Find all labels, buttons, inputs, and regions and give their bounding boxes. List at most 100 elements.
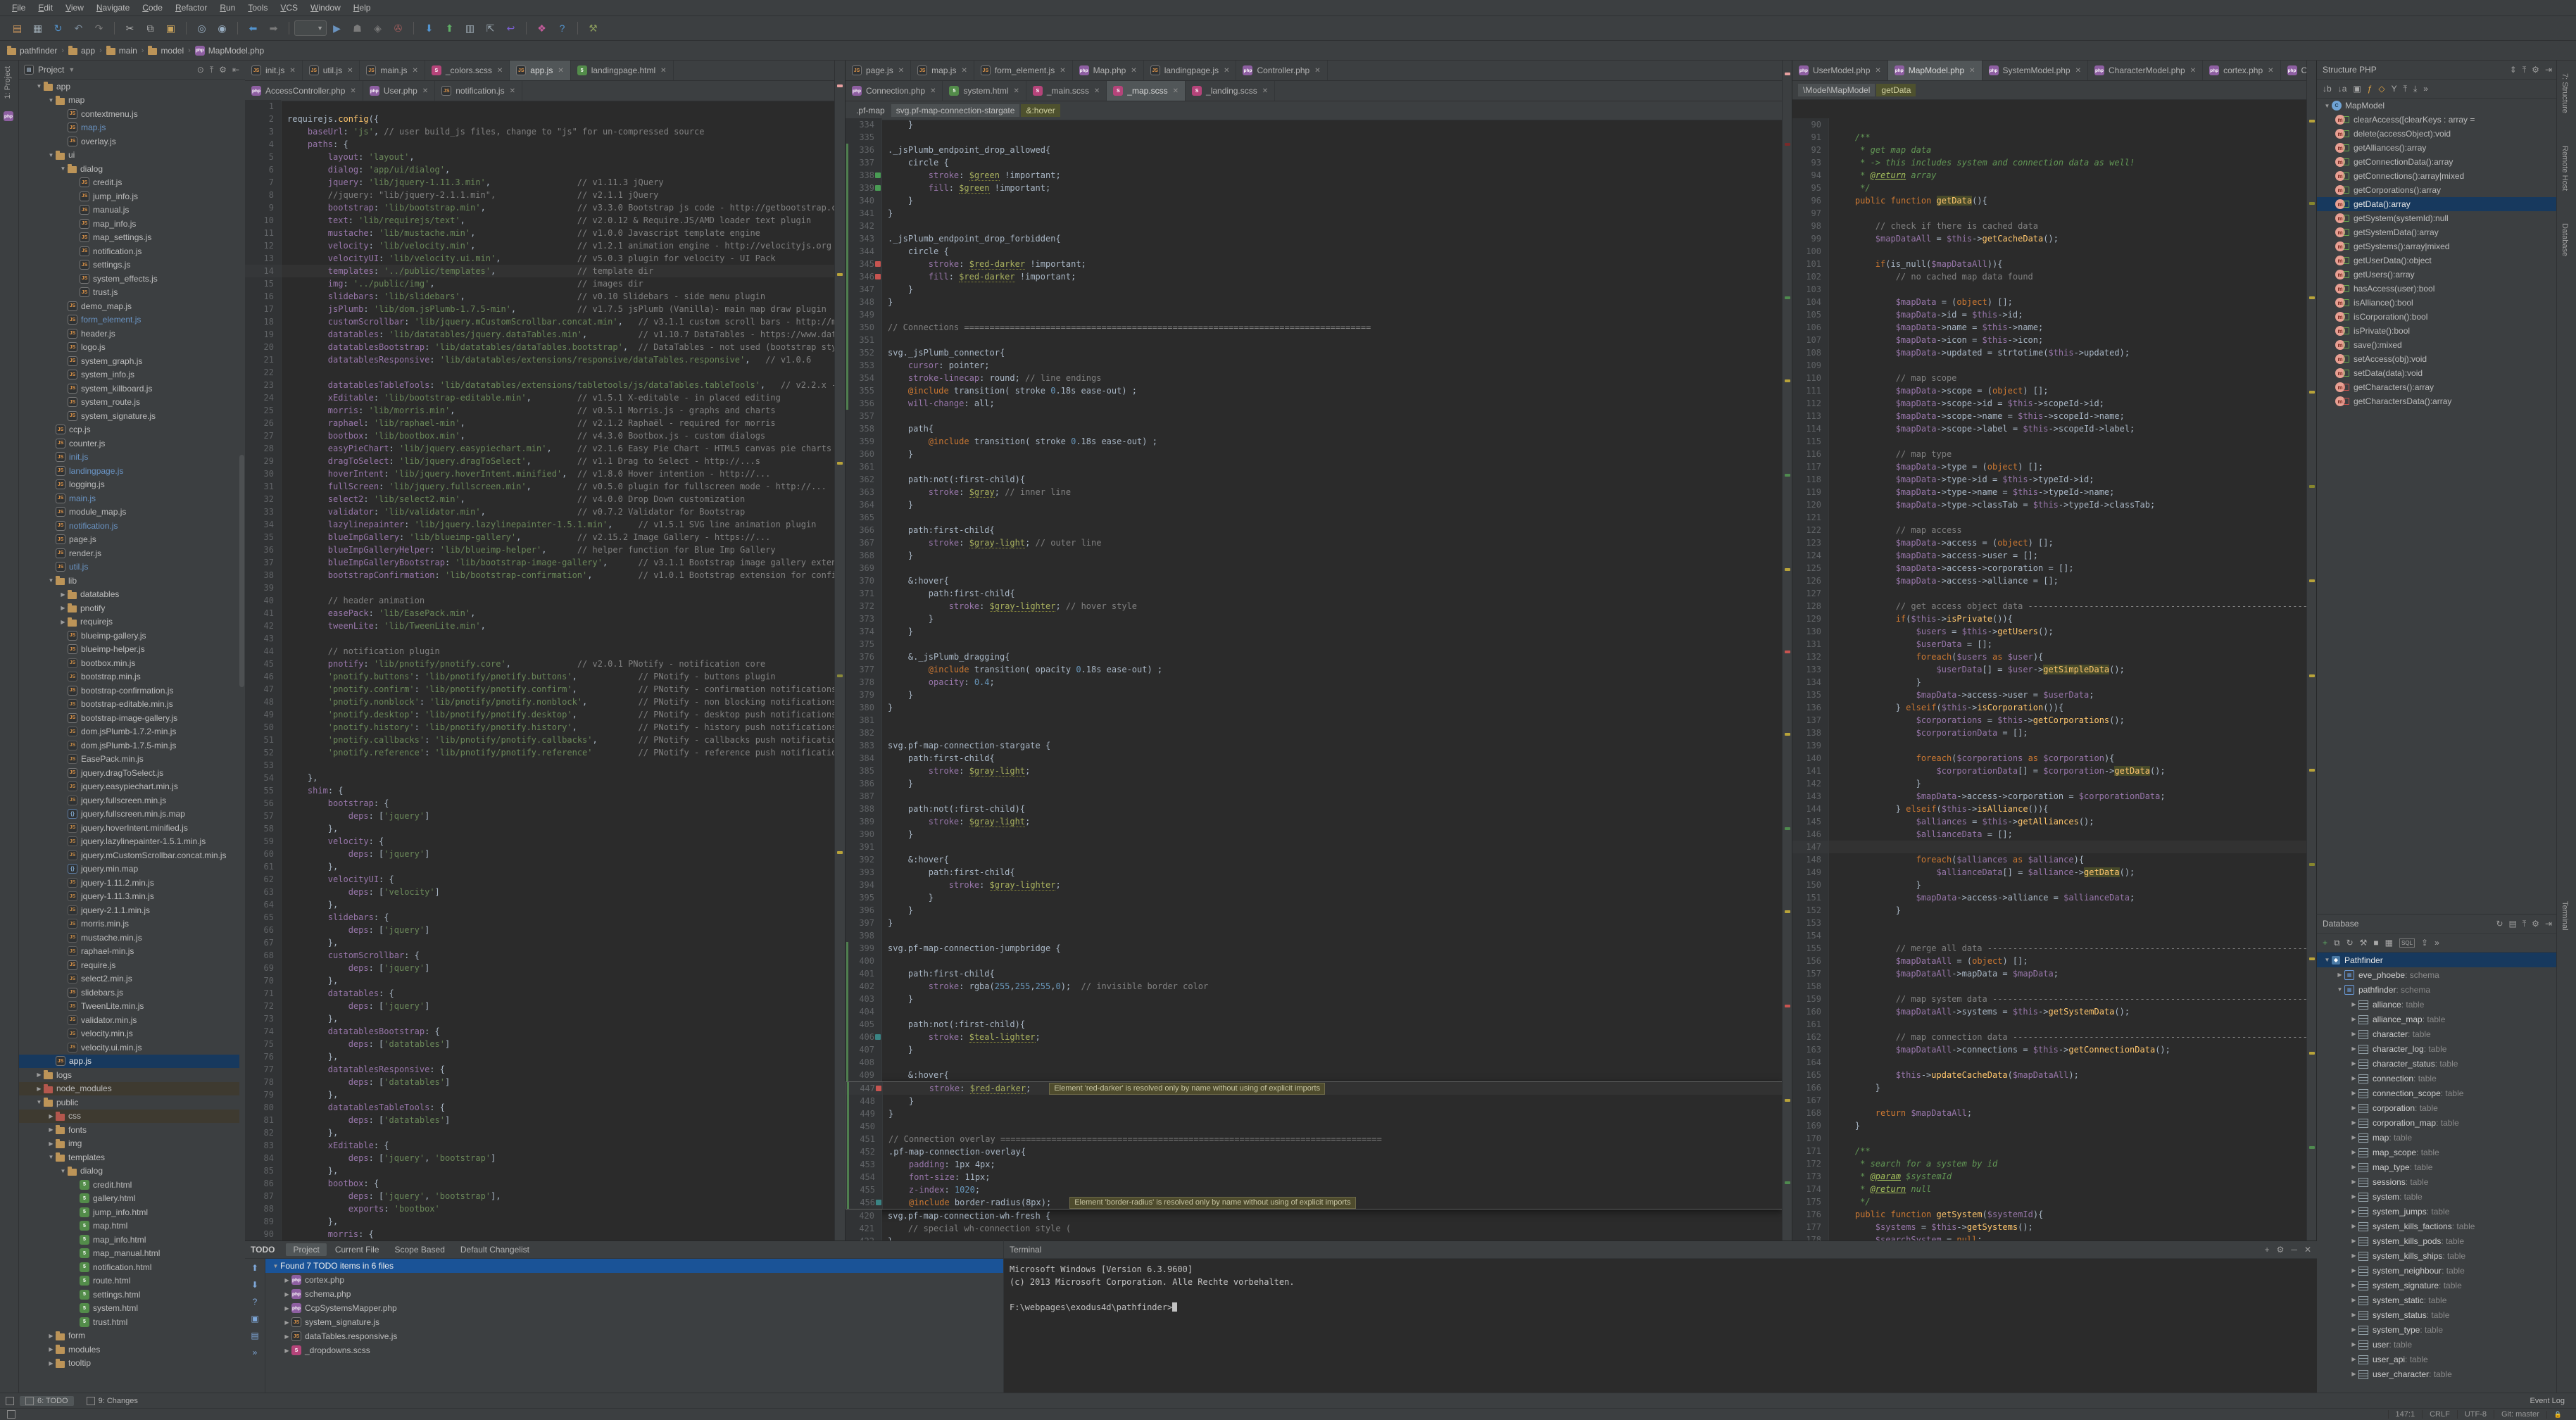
code-line[interactable]: 36 blueImpGalleryHelper: 'lib/blueimp-he… bbox=[245, 544, 835, 556]
menu-tools[interactable]: Tools bbox=[241, 1, 274, 14]
code-line[interactable]: 158 bbox=[1792, 980, 2307, 993]
tree-closed-arrow-icon[interactable]: ▶ bbox=[2349, 1312, 2358, 1318]
code-line[interactable]: 348} bbox=[846, 296, 1783, 308]
code-line[interactable]: 147 bbox=[1792, 841, 2307, 853]
code-line[interactable]: 108 $mapData->updated = strtotime($this-… bbox=[1792, 346, 2307, 359]
database-toolbar-icon[interactable]: ▦ bbox=[2385, 938, 2393, 948]
code-line[interactable]: 53 bbox=[245, 759, 835, 772]
tab-notification.js[interactable]: JSnotification.js✕ bbox=[435, 81, 522, 101]
breadcrumb-chip[interactable]: \Model\MapModel bbox=[1798, 84, 1875, 96]
tree-closed-arrow-icon[interactable]: ▶ bbox=[2349, 1016, 2358, 1022]
code-line[interactable]: 8 //jquery: "lib/jquery-2.1.1.min", // v… bbox=[245, 189, 835, 201]
tree-item-render.js[interactable]: JSrender.js bbox=[18, 546, 239, 560]
code-line[interactable]: 384 path:first-child{ bbox=[846, 752, 1783, 765]
tree-item-raphael-min.js[interactable]: JSraphael-min.js bbox=[18, 945, 239, 959]
tree-closed-arrow-icon[interactable]: ▶ bbox=[58, 619, 68, 625]
tree-item-bootstrap-editable.min.js[interactable]: JSbootstrap-editable.min.js bbox=[18, 698, 239, 712]
todo-toolbar-icon[interactable]: ? bbox=[253, 1297, 258, 1307]
tab-close-icon[interactable]: ✕ bbox=[1094, 87, 1100, 95]
code-line[interactable]: 389 stroke: $gray-light; bbox=[846, 815, 1783, 828]
code-line[interactable]: 96 public function getData(){ bbox=[1792, 194, 2307, 207]
code-line[interactable]: 10 text: 'lib/requirejs/text', // v2.0.1… bbox=[245, 214, 835, 227]
structure-header-icon[interactable]: ⤒ bbox=[2522, 65, 2526, 75]
tree-item-select2.min.js[interactable]: JSselect2.min.js bbox=[18, 972, 239, 986]
table-system_type[interactable]: ▶system_type: table bbox=[2317, 1322, 2558, 1337]
code-line[interactable]: 362 path:not(:first-child){ bbox=[846, 473, 1783, 486]
tree-item-overlay.js[interactable]: JSoverlay.js bbox=[18, 134, 239, 149]
structure-method-isCorporation[interactable]: misCorporation():bool bbox=[2317, 310, 2558, 324]
tree-open-arrow-icon[interactable]: ▼ bbox=[2335, 986, 2344, 993]
tab-close-icon[interactable]: ✕ bbox=[1969, 67, 1975, 75]
todo-file-dataTables.responsive.js[interactable]: ▶JSdataTables.responsive.js bbox=[265, 1329, 1003, 1343]
tool-window-button-Event-Log[interactable]: Event Log bbox=[2524, 1396, 2570, 1406]
table-user[interactable]: ▶user: table bbox=[2317, 1337, 2558, 1352]
code-line[interactable]: 137 $corporations = $this->getCorporatio… bbox=[1792, 714, 2307, 727]
code-line[interactable]: 396 } bbox=[846, 904, 1783, 917]
code-line[interactable]: 79 }, bbox=[245, 1088, 835, 1101]
code-line[interactable]: 136 } elseif($this->isCorporation()){ bbox=[1792, 701, 2307, 714]
tree-item-gallery.html[interactable]: 5gallery.html bbox=[18, 1192, 239, 1206]
php-settings-icon[interactable]: ⚒ bbox=[584, 20, 602, 37]
code-line[interactable]: 42 tweenLite: 'lib/TweenLite.min', bbox=[245, 620, 835, 632]
code-line[interactable]: 103 bbox=[1792, 283, 2307, 296]
vcs-push-icon[interactable]: ⇱ bbox=[482, 20, 499, 37]
menu-help[interactable]: Help bbox=[347, 1, 377, 14]
tab-_colors.scss[interactable]: S_colors.scss✕ bbox=[425, 61, 510, 80]
code-line[interactable]: 167 bbox=[1792, 1094, 2307, 1107]
menu-file[interactable]: File bbox=[6, 1, 32, 14]
code-line[interactable]: 14 templates: '../public/templates', // … bbox=[245, 265, 835, 277]
code-line[interactable]: 171 /** bbox=[1792, 1145, 2307, 1157]
table-system_kills_ships[interactable]: ▶system_kills_ships: table bbox=[2317, 1248, 2558, 1263]
copy-icon[interactable]: ⧉ bbox=[142, 20, 159, 37]
tree-closed-arrow-icon[interactable]: ▶ bbox=[282, 1347, 291, 1354]
terminal-header-icon[interactable]: ─ bbox=[2291, 1245, 2297, 1255]
terminal-header-icon[interactable]: ✕ bbox=[2304, 1245, 2311, 1255]
tree-item-jquery.mCustomScrollbar.concat.min.js[interactable]: JSjquery.mCustomScrollbar.concat.min.js bbox=[18, 848, 239, 862]
code-line[interactable]: 366 path:first-child{ bbox=[846, 524, 1783, 536]
structure-method-getConnectionData[interactable]: mgetConnectionData():array bbox=[2317, 155, 2558, 169]
code-line[interactable]: 376 &._jsPlumb_dragging{ bbox=[846, 651, 1783, 663]
code-line[interactable]: 133 $userData[] = $user->getSimpleData()… bbox=[1792, 663, 2307, 676]
tab-close-icon[interactable]: ✕ bbox=[1013, 87, 1019, 95]
code-line[interactable]: 377 @include transition( opacity 0.18s e… bbox=[846, 663, 1783, 676]
code-line[interactable]: 404 bbox=[846, 1005, 1783, 1018]
vcs-rollback-icon[interactable]: ↩ bbox=[502, 20, 520, 37]
menu-run[interactable]: Run bbox=[213, 1, 241, 14]
code-line[interactable]: 16 slidebars: 'lib/slidebars', // v0.10 … bbox=[245, 290, 835, 303]
code-line[interactable]: 59 velocity: { bbox=[245, 835, 835, 848]
code-line[interactable]: 153 bbox=[1792, 917, 2307, 929]
tree-item-dom.jsPlumb-1.7.2-min.js[interactable]: JSdom.jsPlumb-1.7.2-min.js bbox=[18, 725, 239, 739]
database-toolbar-icon[interactable]: ⇪ bbox=[2421, 938, 2428, 948]
code-line[interactable]: 90 morris: { bbox=[245, 1228, 835, 1240]
code-line[interactable]: 340 } bbox=[846, 194, 1783, 207]
tab-close-icon[interactable]: ✕ bbox=[1060, 67, 1065, 75]
schema-pathfinder[interactable]: ▼▦pathfinder: schema bbox=[2317, 982, 2558, 997]
breadcrumb-item[interactable]: pathfinder bbox=[7, 46, 57, 56]
code-line[interactable]: 29 dragToSelect: 'lib/jquery.dragToSelec… bbox=[245, 455, 835, 467]
code-line[interactable]: 391 bbox=[846, 841, 1783, 853]
tree-item-jquery-2.1.1.min.js[interactable]: JSjquery-2.1.1.min.js bbox=[18, 903, 239, 917]
breadcrumb-chip[interactable]: &:hover bbox=[1021, 104, 1060, 117]
code-line[interactable]: 353 cursor: pointer; bbox=[846, 359, 1783, 372]
table-user_character[interactable]: ▶user_character: table bbox=[2317, 1366, 2558, 1381]
database-toolbar-icon[interactable]: ↻ bbox=[2346, 938, 2354, 948]
tree-item-notification.js[interactable]: JSnotification.js bbox=[18, 244, 239, 258]
tree-open-arrow-icon[interactable]: ▼ bbox=[34, 83, 44, 89]
tree-item-demo_map.js[interactable]: JSdemo_map.js bbox=[18, 299, 239, 313]
code-line[interactable]: 18 customScrollbar: 'lib/jquery.mCustomS… bbox=[245, 315, 835, 328]
tab-init.js[interactable]: JSinit.js✕ bbox=[245, 61, 303, 80]
schema-eve_phoebe[interactable]: ▶▦eve_phoebe: schema bbox=[2317, 967, 2558, 982]
code-line[interactable]: 88 exports: 'bootbox' bbox=[245, 1202, 835, 1215]
code-line[interactable]: 451// Connection overlay ===============… bbox=[846, 1133, 1782, 1145]
code-line[interactable]: 168 return $mapDataAll; bbox=[1792, 1107, 2307, 1119]
code-line[interactable]: 357 bbox=[846, 410, 1783, 422]
structure-toolbar-icon[interactable]: ⤒ bbox=[2404, 84, 2407, 94]
tree-open-arrow-icon[interactable]: ▼ bbox=[46, 577, 56, 584]
code-line[interactable]: 23 datatablesTableTools: 'lib/datatables… bbox=[245, 379, 835, 391]
code-line[interactable]: 65 slidebars: { bbox=[245, 911, 835, 924]
code-line[interactable]: 127 bbox=[1792, 587, 2307, 600]
tree-open-arrow-icon[interactable]: ▼ bbox=[46, 1154, 56, 1160]
code-line[interactable]: 163 $mapDataAll->connections = $this->ge… bbox=[1792, 1043, 2307, 1056]
table-alliance[interactable]: ▶alliance: table bbox=[2317, 997, 2558, 1012]
menu-navigate[interactable]: Navigate bbox=[90, 1, 136, 14]
